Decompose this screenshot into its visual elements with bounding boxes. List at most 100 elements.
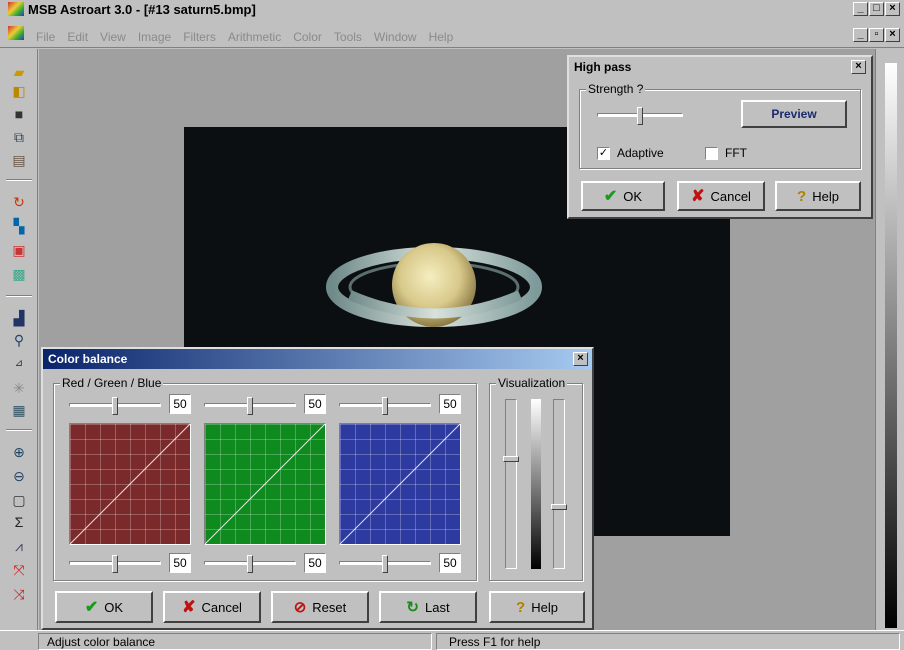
highpass-help-button[interactable]: ? Help bbox=[775, 181, 861, 211]
menu-window[interactable]: Window bbox=[374, 30, 417, 44]
menu-edit[interactable]: Edit bbox=[67, 30, 88, 44]
help-icon: ? bbox=[797, 187, 807, 205]
colorbalance-reset-label: Reset bbox=[312, 599, 347, 615]
menu-view[interactable]: View bbox=[100, 30, 126, 44]
red-bottom-slider[interactable] bbox=[69, 555, 161, 573]
maximize-button[interactable]: □ bbox=[869, 2, 884, 16]
calculator-icon[interactable]: ▦ bbox=[10, 401, 28, 419]
rotate-icon[interactable]: ↻ bbox=[10, 193, 28, 211]
preview-button[interactable]: Preview bbox=[741, 100, 847, 128]
green-bottom-slider[interactable] bbox=[204, 555, 296, 573]
histogram-icon[interactable]: ▟ bbox=[10, 309, 28, 327]
red-curve[interactable] bbox=[69, 423, 191, 545]
check-icon: ✔ bbox=[603, 188, 618, 205]
menu-arithmetic[interactable]: Arithmetic bbox=[228, 30, 281, 44]
paste-icon[interactable]: ▤ bbox=[10, 151, 28, 169]
save-icon[interactable]: ■ bbox=[10, 105, 28, 123]
doc-close-button[interactable]: × bbox=[885, 28, 900, 42]
highpass-help-label: Help bbox=[812, 188, 839, 204]
vis-slider-left[interactable] bbox=[503, 399, 519, 569]
highpass-titlebar: High pass × bbox=[569, 57, 871, 77]
colorbalance-ok-label: OK bbox=[104, 599, 124, 615]
colorbalance-last-label: Last bbox=[425, 599, 450, 615]
status-bar: Adjust color balance Press F1 for help bbox=[0, 630, 904, 650]
visualization-group-label: Visualization bbox=[496, 376, 568, 390]
menu-color[interactable]: Color bbox=[293, 30, 322, 44]
green-curve[interactable] bbox=[204, 423, 326, 545]
adaptive-checkbox[interactable]: ✓ bbox=[597, 147, 610, 160]
strength-group-label: Strength ? bbox=[586, 82, 646, 96]
highpass-ok-label: OK bbox=[623, 188, 643, 204]
blue-bottom-slider[interactable] bbox=[339, 555, 431, 573]
highpass-dialog: High pass × Strength ? Preview ✓ Adaptiv… bbox=[567, 55, 873, 219]
strength-slider[interactable] bbox=[597, 107, 683, 125]
zoom-icon[interactable]: ⚲ bbox=[10, 331, 28, 349]
last-icon: ↻ bbox=[406, 599, 419, 616]
status-right-text: Press F1 for help bbox=[449, 635, 541, 649]
menu-bar: File Edit View Image Filters Arithmetic … bbox=[0, 18, 904, 48]
copy-icon[interactable]: ⧉ bbox=[10, 128, 28, 146]
zoom-in-icon[interactable]: ⊕ bbox=[10, 443, 28, 461]
open-folder-icon[interactable]: ▰ bbox=[10, 63, 28, 81]
preview-label: Preview bbox=[771, 107, 817, 121]
blue-top-value[interactable]: 50 bbox=[439, 394, 461, 414]
fft-checkbox[interactable] bbox=[705, 147, 718, 160]
menu-file[interactable]: File bbox=[36, 30, 55, 44]
color-image-icon[interactable]: ▩ bbox=[10, 265, 28, 283]
green-top-slider[interactable] bbox=[204, 397, 296, 415]
3d-plot-icon[interactable]: ⊿ bbox=[10, 355, 28, 373]
status-left-text: Adjust color balance bbox=[47, 635, 156, 649]
close-button[interactable]: × bbox=[885, 2, 900, 16]
app-titlebar: MSB Astroart 3.0 - [#13 saturn5.bmp] _ □… bbox=[0, 0, 904, 18]
align-icon[interactable]: ▚ bbox=[10, 217, 28, 235]
blue-bottom-value[interactable]: 50 bbox=[439, 553, 461, 573]
colorbalance-cancel-label: Cancel bbox=[201, 599, 242, 615]
stars-icon[interactable]: ✳ bbox=[10, 379, 28, 397]
highpass-title: High pass bbox=[574, 60, 632, 74]
colorbalance-close-button[interactable]: × bbox=[573, 352, 588, 366]
red-top-value[interactable]: 50 bbox=[169, 394, 191, 414]
colorbalance-cancel-button[interactable]: ✘ Cancel bbox=[163, 591, 261, 623]
minimize-button[interactable]: _ bbox=[853, 2, 868, 16]
colorbalance-dialog: Color balance × Red / Green / Blue 50 50 5… bbox=[41, 347, 594, 630]
menu-help[interactable]: Help bbox=[429, 30, 454, 44]
vis-slider-right[interactable] bbox=[551, 399, 567, 569]
menu-image[interactable]: Image bbox=[138, 30, 171, 44]
colorbalance-ok-button[interactable]: ✔ OK bbox=[55, 591, 153, 623]
blue-top-slider[interactable] bbox=[339, 397, 431, 415]
colorbalance-reset-button[interactable]: ⊘ Reset bbox=[271, 591, 369, 623]
highpass-ok-button[interactable]: ✔ OK bbox=[581, 181, 665, 211]
colorbalance-titlebar: Color balance × bbox=[43, 349, 592, 369]
check-icon: ✔ bbox=[84, 599, 99, 616]
colorbalance-title: Color balance bbox=[48, 352, 128, 366]
rgb-group-label: Red / Green / Blue bbox=[60, 376, 164, 390]
zoom-out-icon[interactable]: ⊖ bbox=[10, 467, 28, 485]
compress-icon[interactable]: ⤨ bbox=[10, 585, 28, 603]
window-icon[interactable]: ▣ bbox=[10, 241, 28, 259]
red-top-slider[interactable] bbox=[69, 397, 161, 415]
green-top-value[interactable]: 50 bbox=[304, 394, 326, 414]
green-bottom-value[interactable]: 50 bbox=[304, 553, 326, 573]
open-multiple-icon[interactable]: ◧ bbox=[10, 82, 28, 100]
red-bottom-value[interactable]: 50 bbox=[169, 553, 191, 573]
sum-icon[interactable]: Σ bbox=[10, 513, 28, 531]
menu-tools[interactable]: Tools bbox=[334, 30, 362, 44]
cross-icon: ✘ bbox=[182, 599, 196, 616]
blue-curve[interactable] bbox=[339, 423, 461, 545]
expand-icon[interactable]: ⤧ bbox=[10, 561, 28, 579]
highpass-cancel-button[interactable]: ✘ Cancel bbox=[677, 181, 765, 211]
doc-restore-button[interactable]: ▫ bbox=[869, 28, 884, 42]
app-logo-icon bbox=[8, 2, 24, 16]
menu-filters[interactable]: Filters bbox=[183, 30, 216, 44]
status-right-panel: Press F1 for help bbox=[436, 633, 900, 650]
colorbalance-help-label: Help bbox=[531, 599, 558, 615]
fit-window-icon[interactable]: ▢ bbox=[10, 491, 28, 509]
right-scrollbar[interactable] bbox=[875, 49, 904, 630]
graph-icon[interactable]: ⩘ bbox=[10, 537, 28, 555]
doc-minimize-button[interactable]: _ bbox=[853, 28, 868, 42]
colorbalance-help-button[interactable]: ? Help bbox=[489, 591, 585, 623]
doc-icon bbox=[8, 26, 24, 40]
highpass-close-button[interactable]: × bbox=[851, 60, 866, 74]
colorbalance-last-button[interactable]: ↻ Last bbox=[379, 591, 477, 623]
left-toolbar: ▰ ◧ ■ ⧉ ▤ ↻ ▚ ▣ ▩ ▟ ⚲ ⊿ ✳ ▦ ⊕ ⊖ ▢ Σ ⩘ ⤧ … bbox=[0, 49, 38, 630]
